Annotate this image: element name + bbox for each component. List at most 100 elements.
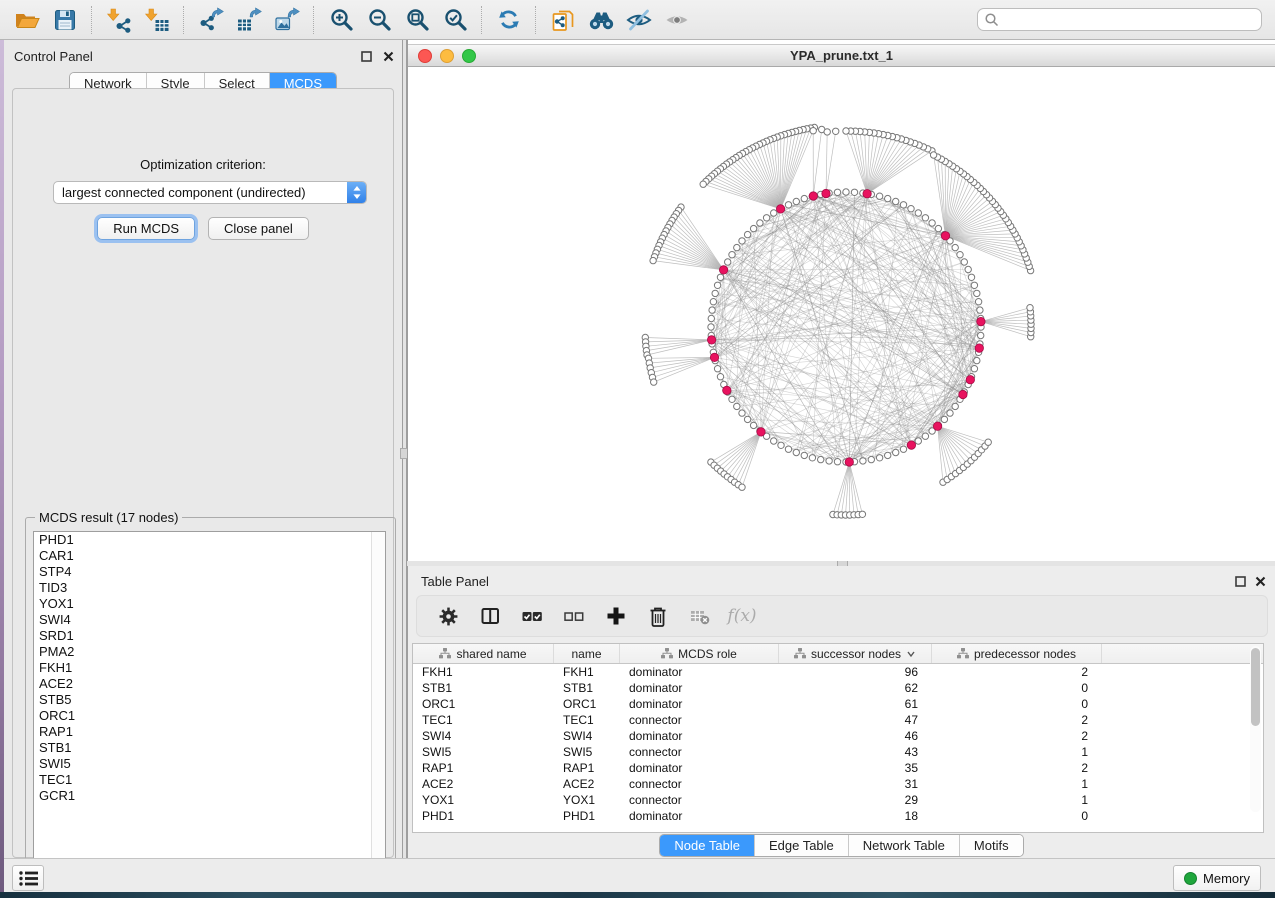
memory-button[interactable]: Memory bbox=[1173, 865, 1261, 891]
deselect-all-rows-button[interactable] bbox=[561, 603, 587, 629]
table-cell[interactable]: RAP1 bbox=[554, 761, 620, 775]
table-cell[interactable]: 0 bbox=[932, 809, 1102, 823]
mcds-result-item[interactable]: TID3 bbox=[34, 580, 385, 596]
export-table-button[interactable] bbox=[230, 3, 268, 37]
table-cell[interactable]: dominator bbox=[620, 729, 779, 743]
refresh-layout-button[interactable] bbox=[490, 3, 528, 37]
tab-node-table[interactable]: Node Table bbox=[660, 835, 755, 856]
table-cell[interactable]: dominator bbox=[620, 809, 779, 823]
table-cell[interactable]: TEC1 bbox=[413, 713, 554, 727]
mcds-result-item[interactable]: YOX1 bbox=[34, 596, 385, 612]
tab-network-table[interactable]: Network Table bbox=[849, 835, 960, 856]
table-cell[interactable]: 2 bbox=[932, 761, 1102, 775]
table-cell[interactable]: ORC1 bbox=[554, 697, 620, 711]
table-cell[interactable]: 1 bbox=[932, 777, 1102, 791]
column-header-name[interactable]: name bbox=[554, 644, 620, 663]
delete-table-button[interactable] bbox=[687, 603, 713, 629]
column-header-MCDS-role[interactable]: MCDS role bbox=[620, 644, 779, 663]
delete-columns-button[interactable] bbox=[645, 603, 671, 629]
table-cell[interactable]: ORC1 bbox=[413, 697, 554, 711]
table-cell[interactable]: ACE2 bbox=[554, 777, 620, 791]
table-cell[interactable]: connector bbox=[620, 793, 779, 807]
table-cell[interactable]: SWI4 bbox=[554, 729, 620, 743]
zoom-out-button[interactable] bbox=[360, 3, 398, 37]
table-cell[interactable]: TEC1 bbox=[554, 713, 620, 727]
table-cell[interactable]: 1 bbox=[932, 745, 1102, 759]
table-cell[interactable]: SWI5 bbox=[554, 745, 620, 759]
find-button[interactable] bbox=[582, 3, 620, 37]
table-cell[interactable]: SWI4 bbox=[413, 729, 554, 743]
table-row[interactable]: SWI5SWI5connector431 bbox=[413, 744, 1263, 760]
optimization-criterion-select[interactable]: largest connected component (undirected) bbox=[53, 181, 367, 204]
column-header-successor-nodes[interactable]: successor nodes bbox=[779, 644, 932, 663]
hide-selected-button[interactable] bbox=[620, 3, 658, 37]
table-cell[interactable]: YOX1 bbox=[413, 793, 554, 807]
table-cell[interactable]: 62 bbox=[779, 681, 932, 695]
mcds-result-item[interactable]: SRD1 bbox=[34, 628, 385, 644]
mcds-result-item[interactable]: STP4 bbox=[34, 564, 385, 580]
tab-edge-table[interactable]: Edge Table bbox=[755, 835, 849, 856]
task-history-button[interactable] bbox=[12, 865, 44, 891]
table-options-button[interactable] bbox=[435, 603, 461, 629]
table-row[interactable]: SWI4SWI4dominator462 bbox=[413, 728, 1263, 744]
network-window-titlebar[interactable]: YPA_prune.txt_1 bbox=[408, 44, 1275, 67]
mcds-result-item[interactable]: ORC1 bbox=[34, 708, 385, 724]
export-image-button[interactable] bbox=[268, 3, 306, 37]
mcds-result-item[interactable]: PHD1 bbox=[34, 532, 385, 548]
search-input[interactable] bbox=[1003, 12, 1255, 28]
show-columns-button[interactable] bbox=[477, 603, 503, 629]
select-all-rows-button[interactable] bbox=[519, 603, 545, 629]
save-session-button[interactable] bbox=[46, 3, 84, 37]
table-scrollbar[interactable] bbox=[1250, 646, 1261, 812]
table-cell[interactable]: STB1 bbox=[554, 681, 620, 695]
table-row[interactable]: STB1STB1dominator620 bbox=[413, 680, 1263, 696]
table-cell[interactable]: connector bbox=[620, 777, 779, 791]
table-cell[interactable]: 18 bbox=[779, 809, 932, 823]
clone-network-button[interactable] bbox=[544, 3, 582, 37]
mcds-result-item[interactable]: CAR1 bbox=[34, 548, 385, 564]
table-cell[interactable]: 2 bbox=[932, 713, 1102, 727]
mcds-result-item[interactable]: SWI4 bbox=[34, 612, 385, 628]
float-panel-button[interactable] bbox=[360, 50, 373, 63]
table-row[interactable]: YOX1YOX1connector291 bbox=[413, 792, 1263, 808]
mcds-result-item[interactable]: TEC1 bbox=[34, 772, 385, 788]
table-cell[interactable]: FKH1 bbox=[554, 665, 620, 679]
column-header-predecessor-nodes[interactable]: predecessor nodes bbox=[932, 644, 1102, 663]
table-cell[interactable]: PHD1 bbox=[413, 809, 554, 823]
close-panel-button-mcds[interactable]: Close panel bbox=[208, 217, 309, 240]
import-table-button[interactable] bbox=[138, 3, 176, 37]
table-cell[interactable]: SWI5 bbox=[413, 745, 554, 759]
run-mcds-button[interactable]: Run MCDS bbox=[97, 217, 195, 240]
table-cell[interactable]: 0 bbox=[932, 681, 1102, 695]
mcds-list-scrollbar[interactable] bbox=[371, 532, 385, 878]
mcds-result-item[interactable]: SWI5 bbox=[34, 756, 385, 772]
table-row[interactable]: ORC1ORC1dominator610 bbox=[413, 696, 1263, 712]
mcds-result-item[interactable]: FKH1 bbox=[34, 660, 385, 676]
table-cell[interactable]: 35 bbox=[779, 761, 932, 775]
table-cell[interactable]: connector bbox=[620, 745, 779, 759]
table-float-button[interactable] bbox=[1234, 575, 1247, 588]
table-scrollbar-thumb[interactable] bbox=[1251, 648, 1260, 726]
table-cell[interactable]: 31 bbox=[779, 777, 932, 791]
column-header-shared-name[interactable]: shared name bbox=[413, 644, 554, 663]
table-cell[interactable]: PHD1 bbox=[554, 809, 620, 823]
function-builder-button[interactable]: f(x) bbox=[729, 603, 755, 629]
zoom-fit-button[interactable] bbox=[398, 3, 436, 37]
export-network-button[interactable] bbox=[192, 3, 230, 37]
network-canvas[interactable] bbox=[408, 67, 1274, 560]
zoom-selected-button[interactable] bbox=[436, 3, 474, 37]
table-cell[interactable]: 1 bbox=[932, 793, 1102, 807]
mcds-result-list[interactable]: PHD1CAR1STP4TID3YOX1SWI4SRD1PMA2FKH1ACE2… bbox=[33, 531, 386, 879]
table-cell[interactable]: dominator bbox=[620, 697, 779, 711]
mcds-result-item[interactable]: ACE2 bbox=[34, 676, 385, 692]
mcds-result-item[interactable]: STB1 bbox=[34, 740, 385, 756]
table-cell[interactable]: 96 bbox=[779, 665, 932, 679]
mcds-result-item[interactable]: STB5 bbox=[34, 692, 385, 708]
open-file-button[interactable] bbox=[8, 3, 46, 37]
table-cell[interactable]: 29 bbox=[779, 793, 932, 807]
table-row[interactable]: TEC1TEC1connector472 bbox=[413, 712, 1263, 728]
table-close-button[interactable] bbox=[1254, 575, 1267, 588]
search-field[interactable] bbox=[977, 8, 1262, 31]
zoom-in-button[interactable] bbox=[322, 3, 360, 37]
tab-motifs[interactable]: Motifs bbox=[960, 835, 1023, 856]
